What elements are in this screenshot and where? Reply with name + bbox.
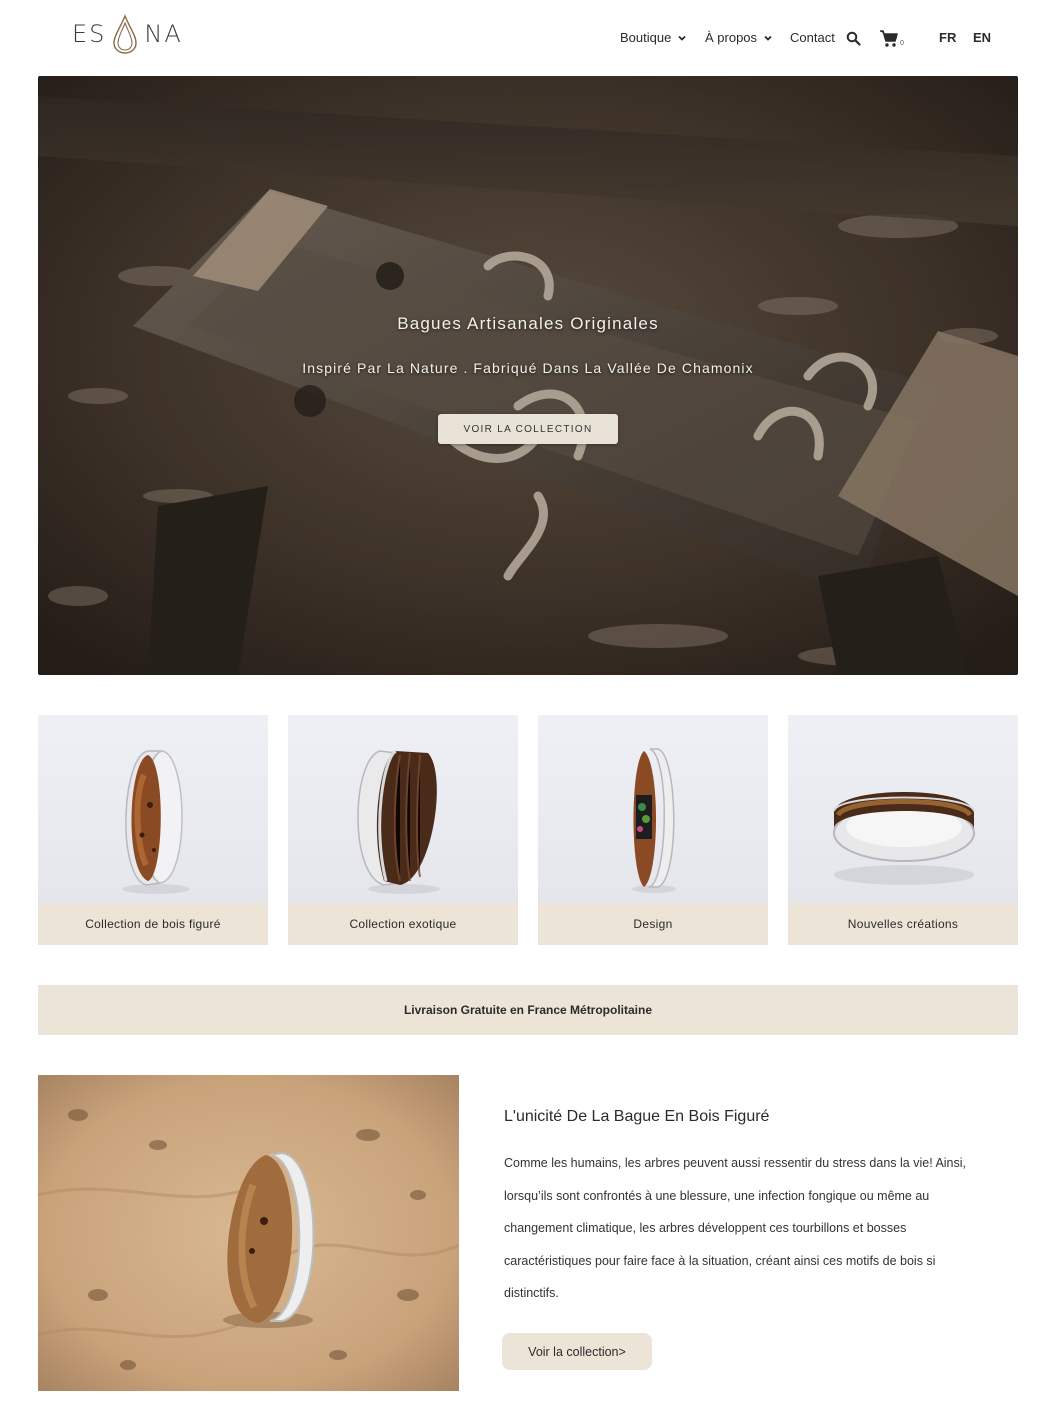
nav-contact[interactable]: Contact: [790, 30, 835, 45]
cart-count-badge: 0: [900, 40, 904, 47]
ring-new-creation-image: [833, 792, 975, 885]
nav-boutique-label: Boutique: [620, 30, 672, 45]
collection-label: Collection de bois figuré: [38, 903, 268, 945]
collection-label: Nouvelles créations: [788, 903, 1018, 945]
view-collection-link-button[interactable]: Voir la collection>: [502, 1333, 652, 1370]
free-shipping-text: Livraison Gratuite en France Métropolita…: [403, 1003, 653, 1017]
collection-card-bois-figure[interactable]: Collection de bois figuré: [38, 715, 268, 945]
chevron-down-icon: [764, 35, 772, 41]
ring-design-image: [632, 748, 676, 893]
nav-contact-label: Contact: [790, 30, 835, 45]
feature-ring-image: [38, 1075, 459, 1391]
ring-image: [538, 715, 768, 903]
logo-text-right: NA: [144, 20, 183, 48]
hero-subtitle: Inspiré Par La Nature . Fabriqué Dans La…: [302, 360, 754, 376]
collection-card-design[interactable]: Design: [538, 715, 768, 945]
chevron-down-icon: [678, 35, 686, 41]
hero-banner: Bagues Artisanales Originales Inspiré Pa…: [38, 76, 1018, 675]
water-drop-outline-icon: [113, 14, 138, 54]
hero-title: Bagues Artisanales Originales: [397, 314, 659, 333]
logo-text-left: ES: [72, 20, 107, 48]
collections-grid: Collection de bois figuré Collection exo…: [38, 715, 1018, 945]
ring-image: [38, 715, 268, 903]
feature-title: L'unicité De La Bague En Bois Figuré: [504, 1108, 770, 1125]
collection-card-exotique[interactable]: Collection exotique: [288, 715, 518, 945]
nav-apropos[interactable]: À propos: [705, 30, 773, 45]
ring-image: [288, 715, 518, 903]
ring-image: [788, 715, 1018, 903]
collection-card-nouvelles-creations[interactable]: Nouvelles créations: [788, 715, 1018, 945]
ring-exotic-wood-image: [357, 749, 440, 894]
free-shipping-banner: Livraison Gratuite en France Métropolita…: [38, 985, 1018, 1035]
nav-boutique[interactable]: Boutique: [620, 30, 687, 45]
language-fr[interactable]: FR: [939, 30, 956, 45]
collection-label: Collection exotique: [288, 903, 518, 945]
language-en[interactable]: EN: [973, 30, 991, 45]
site-header: ES NA Boutique À propos Contact 0 FR EN: [0, 0, 1056, 76]
burl-ring-photo: [38, 1075, 459, 1391]
ring-burl-wood-image: [122, 750, 190, 894]
view-collection-button[interactable]: VOIR LA COLLECTION: [438, 414, 618, 444]
search-icon[interactable]: [846, 31, 861, 46]
shopping-cart-icon[interactable]: [879, 29, 909, 49]
nav-apropos-label: À propos: [705, 30, 758, 45]
logo[interactable]: ES NA: [72, 14, 183, 54]
feature-description: Comme les humains, les arbres peuvent au…: [504, 1156, 967, 1300]
collection-label: Design: [538, 903, 768, 945]
